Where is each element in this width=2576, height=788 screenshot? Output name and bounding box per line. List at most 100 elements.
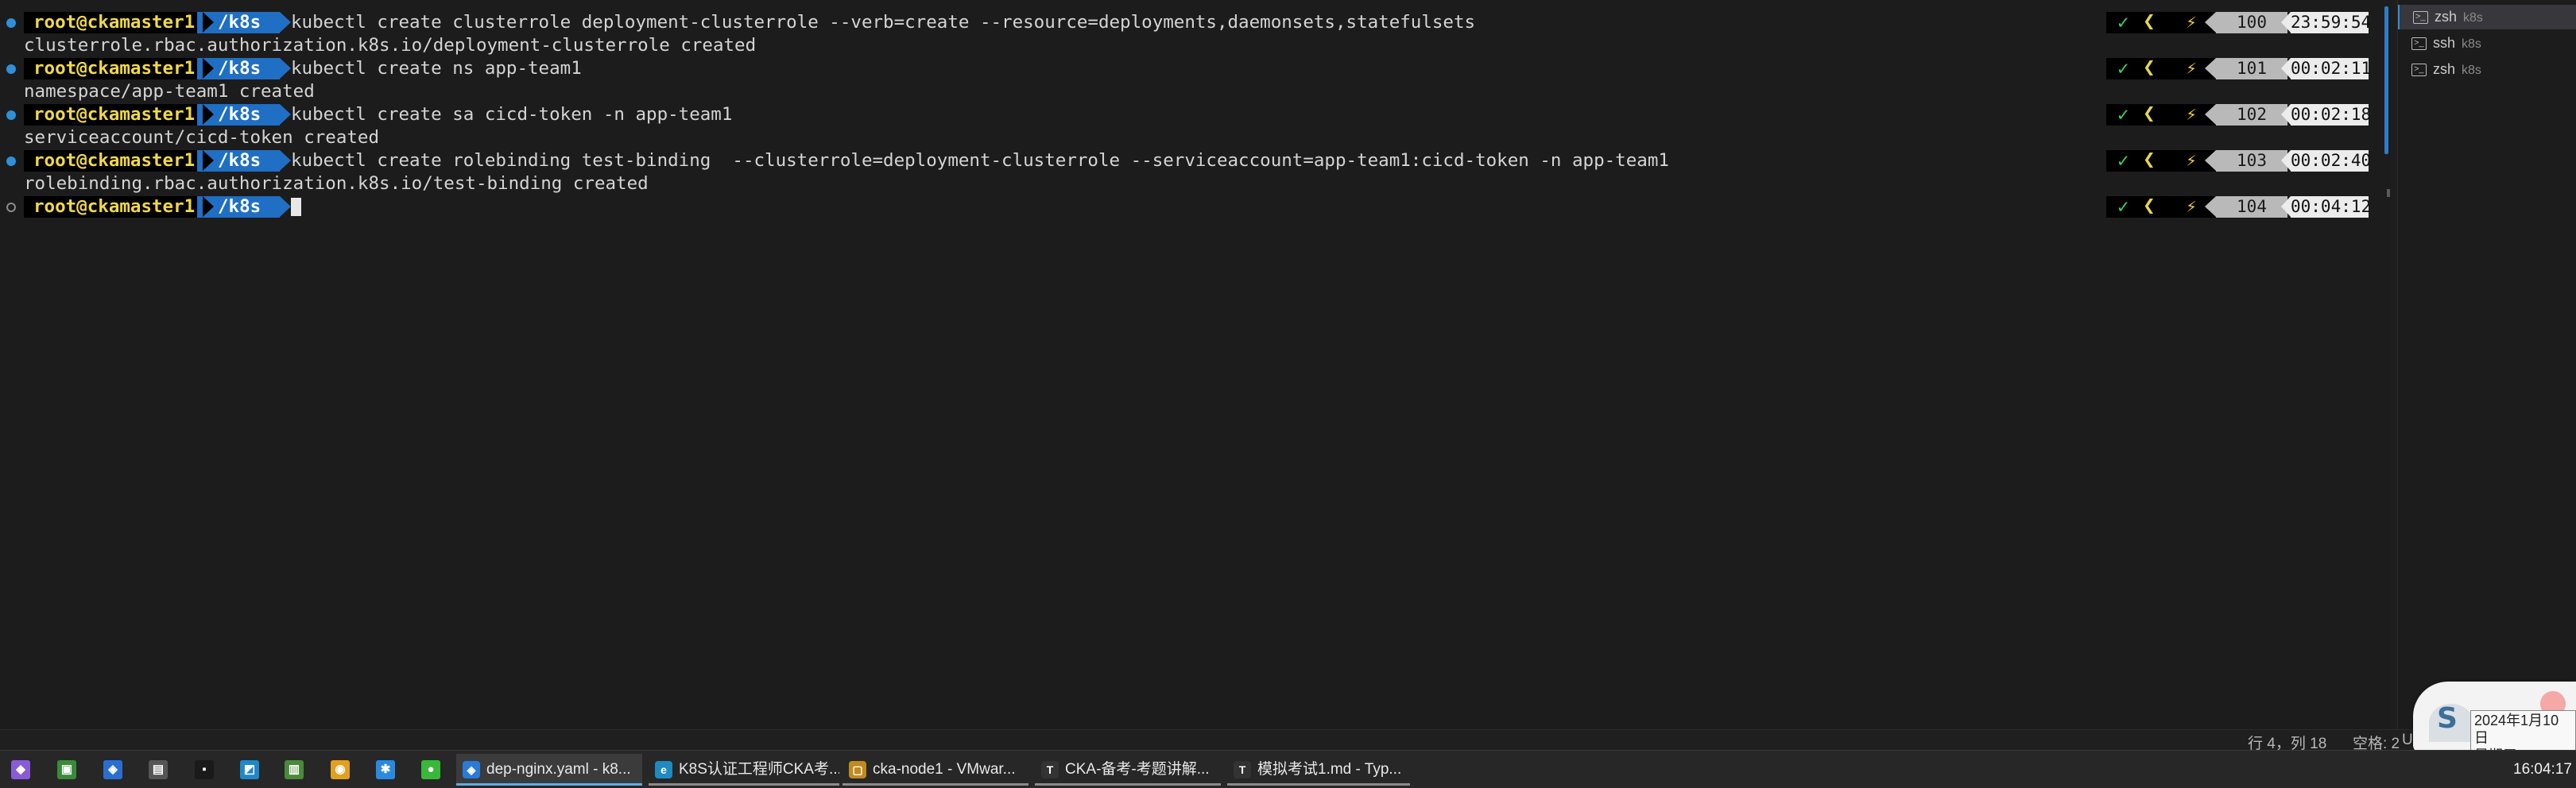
- terminal-tab-list: >_ zsh k8s >_ ssh k8s >_ zsh k8s: [2397, 0, 2576, 729]
- prompt-user: root@ckamaster1: [24, 150, 215, 172]
- taskbar-app-edge[interactable]: e K8S认证工程师CKA考...: [649, 754, 839, 786]
- typora-icon: T: [1234, 761, 1251, 778]
- terminal-tab-zsh[interactable]: >_ zsh k8s: [2398, 5, 2576, 29]
- vscode-blue-icon[interactable]: ◈: [103, 760, 122, 779]
- command-time: 23:59:54: [2281, 12, 2372, 33]
- prompt-user: root@ckamaster1: [24, 12, 215, 33]
- active-indicator: [456, 783, 642, 786]
- date-popup: S 2024年1月10日 星期三: [2413, 682, 2576, 753]
- app-green-icon[interactable]: ▣: [57, 760, 76, 779]
- terminal-icon: >_: [2411, 64, 2427, 76]
- command-time: 00:02:40: [2281, 150, 2372, 172]
- command-status-dot[interactable]: [6, 203, 16, 212]
- tab-subtitle: k8s: [2462, 64, 2481, 77]
- taskbar: ◆ ▣ ◈ ▤ ▪ ◩ ▥ ◉ ✱ ● ◈ dep-nginx.yaml - k…: [0, 750, 2576, 788]
- output-text: rolebinding.rbac.authorization.k8s.io/te…: [24, 173, 649, 194]
- chevron-left-icon: ❮: [2143, 56, 2156, 79]
- text-cursor: [291, 198, 301, 216]
- terminal-output-line: namespace/app-team1 created: [0, 80, 2391, 103]
- terminal-icon: >_: [2411, 37, 2427, 50]
- app-label: dep-nginx.yaml - k8...: [486, 761, 631, 778]
- chrome-icon[interactable]: ◉: [331, 760, 350, 779]
- vmware-icon: ▢: [849, 761, 866, 778]
- document-icon[interactable]: ▥: [285, 760, 304, 779]
- command-text: kubectl create clusterrole deployment-cl…: [291, 12, 1476, 33]
- terminal-command-line: root@ckamaster1 /k8s kubectl create role…: [0, 149, 2391, 172]
- app-label: cka-node1 - VMwar...: [873, 761, 1016, 778]
- command-status-dot[interactable]: [6, 156, 16, 166]
- terminal-tab-ssh[interactable]: >_ ssh k8s: [2398, 31, 2576, 56]
- check-icon: ✓: [2117, 195, 2129, 218]
- right-prompt: ✓ ❮ ⚡ 104 00:04:12: [2106, 194, 2371, 218]
- prompt-user: root@ckamaster1: [24, 196, 215, 218]
- running-indicator: [843, 783, 1028, 786]
- command-time: 00:02:11: [2281, 58, 2372, 79]
- tab-name: ssh: [2433, 35, 2456, 51]
- scrollbar-marker: [2387, 189, 2390, 197]
- tab-name: zsh: [2435, 9, 2458, 25]
- command-status-dot[interactable]: [6, 110, 16, 120]
- taskbar-app-typora-cka[interactable]: T CKA-备考-考题讲解...: [1035, 754, 1221, 786]
- right-prompt: ✓ ❮ ⚡ 101 00:02:11: [2106, 56, 2372, 79]
- running-indicator: [1035, 783, 1221, 786]
- date-text: 2024年1月10日: [2474, 713, 2559, 746]
- s-logo-icon: S: [2437, 702, 2458, 735]
- status-bar: 行 4，列 18 空格: 2 U: [0, 729, 2576, 752]
- right-prompt: ✓ ❮ ⚡ 100 23:59:54: [2106, 10, 2372, 33]
- taskbar-app-typora-exam[interactable]: T 模拟考试1.md - Typ...: [1227, 754, 1410, 786]
- command-status-dot[interactable]: [6, 18, 16, 28]
- terminal-command-line: root@ckamaster1 /k8s kubectl create sa c…: [0, 102, 2391, 126]
- visual-studio-icon[interactable]: ◆: [11, 760, 30, 779]
- tab-name: zsh: [2433, 61, 2456, 77]
- command-text: kubectl create ns app-team1: [291, 58, 582, 79]
- terminal-command-line: root@ckamaster1 /k8s kubectl create clus…: [0, 10, 2391, 34]
- check-icon: ✓: [2117, 149, 2129, 172]
- taskbar-clock[interactable]: 16:04:17: [2513, 751, 2572, 788]
- command-text: kubectl create rolebinding test-binding …: [291, 150, 1669, 171]
- terminal-tab-zsh-2[interactable]: >_ zsh k8s: [2398, 57, 2576, 82]
- tab-subtitle: k8s: [2463, 11, 2483, 25]
- taskbar-app-vscode[interactable]: ◈ dep-nginx.yaml - k8...: [456, 754, 642, 786]
- chevron-left-icon: ❮: [2143, 148, 2156, 172]
- tab-subtitle: k8s: [2462, 37, 2481, 51]
- terminal-app-icon[interactable]: ▤: [149, 760, 168, 779]
- scrollbar-thumb[interactable]: [2384, 6, 2388, 154]
- app-label: 模拟考试1.md - Typ...: [1257, 761, 1402, 778]
- date-tooltip: 2024年1月10日 星期三: [2470, 710, 2576, 753]
- terminal-panel[interactable]: root@ckamaster1 /k8s kubectl create clus…: [0, 0, 2391, 729]
- vscode-icon: ◈: [463, 761, 480, 778]
- terminal-icon: >_: [2413, 11, 2428, 24]
- taskbar-app-vmware[interactable]: ▢ cka-node1 - VMwar...: [843, 754, 1028, 786]
- history-number: 101: [2205, 58, 2287, 79]
- typora-icon: T: [1041, 761, 1059, 778]
- terminal-current-line[interactable]: root@ckamaster1 /k8s ✓ ❮ ⚡ 104 00:04:12: [0, 195, 2391, 218]
- check-icon: ✓: [2117, 103, 2129, 126]
- output-text: serviceaccount/cicd-token created: [24, 127, 380, 148]
- encoding-setting[interactable]: U: [2402, 732, 2413, 749]
- prompt-user: root@ckamaster1: [24, 104, 215, 126]
- chevron-left-icon: ❮: [2143, 102, 2156, 126]
- wechat-icon[interactable]: ●: [421, 760, 440, 779]
- history-number: 100: [2205, 12, 2287, 33]
- output-text: namespace/app-team1 created: [24, 81, 315, 102]
- running-indicator: [649, 783, 839, 786]
- check-icon: ✓: [2117, 11, 2129, 33]
- right-prompt: ✓ ❮ ⚡ 102 00:02:18: [2106, 102, 2372, 126]
- check-icon: ✓: [2117, 57, 2129, 79]
- chevron-left-icon: ❮: [2143, 194, 2156, 218]
- history-number: 104: [2205, 196, 2287, 218]
- terminal-output-line: serviceaccount/cicd-token created: [0, 126, 2391, 149]
- folder-sync-icon[interactable]: ◩: [240, 760, 259, 779]
- star-app-icon[interactable]: ✱: [376, 760, 395, 779]
- jetbrains-icon[interactable]: ▪: [195, 760, 214, 779]
- command-text: kubectl create sa cicd-token -n app-team…: [291, 104, 733, 125]
- chevron-left-icon: ❮: [2143, 10, 2156, 33]
- prompt-user: root@ckamaster1: [24, 58, 215, 79]
- edge-icon: e: [655, 761, 672, 778]
- command-time: 00:02:18: [2281, 104, 2372, 126]
- terminal-output-line: rolebinding.rbac.authorization.k8s.io/te…: [0, 172, 2391, 195]
- right-prompt: ✓ ❮ ⚡ 103 00:02:40: [2106, 148, 2372, 172]
- command-status-dot[interactable]: [6, 64, 16, 74]
- history-number: 102: [2205, 104, 2287, 126]
- app-label: K8S认证工程师CKA考...: [679, 761, 839, 778]
